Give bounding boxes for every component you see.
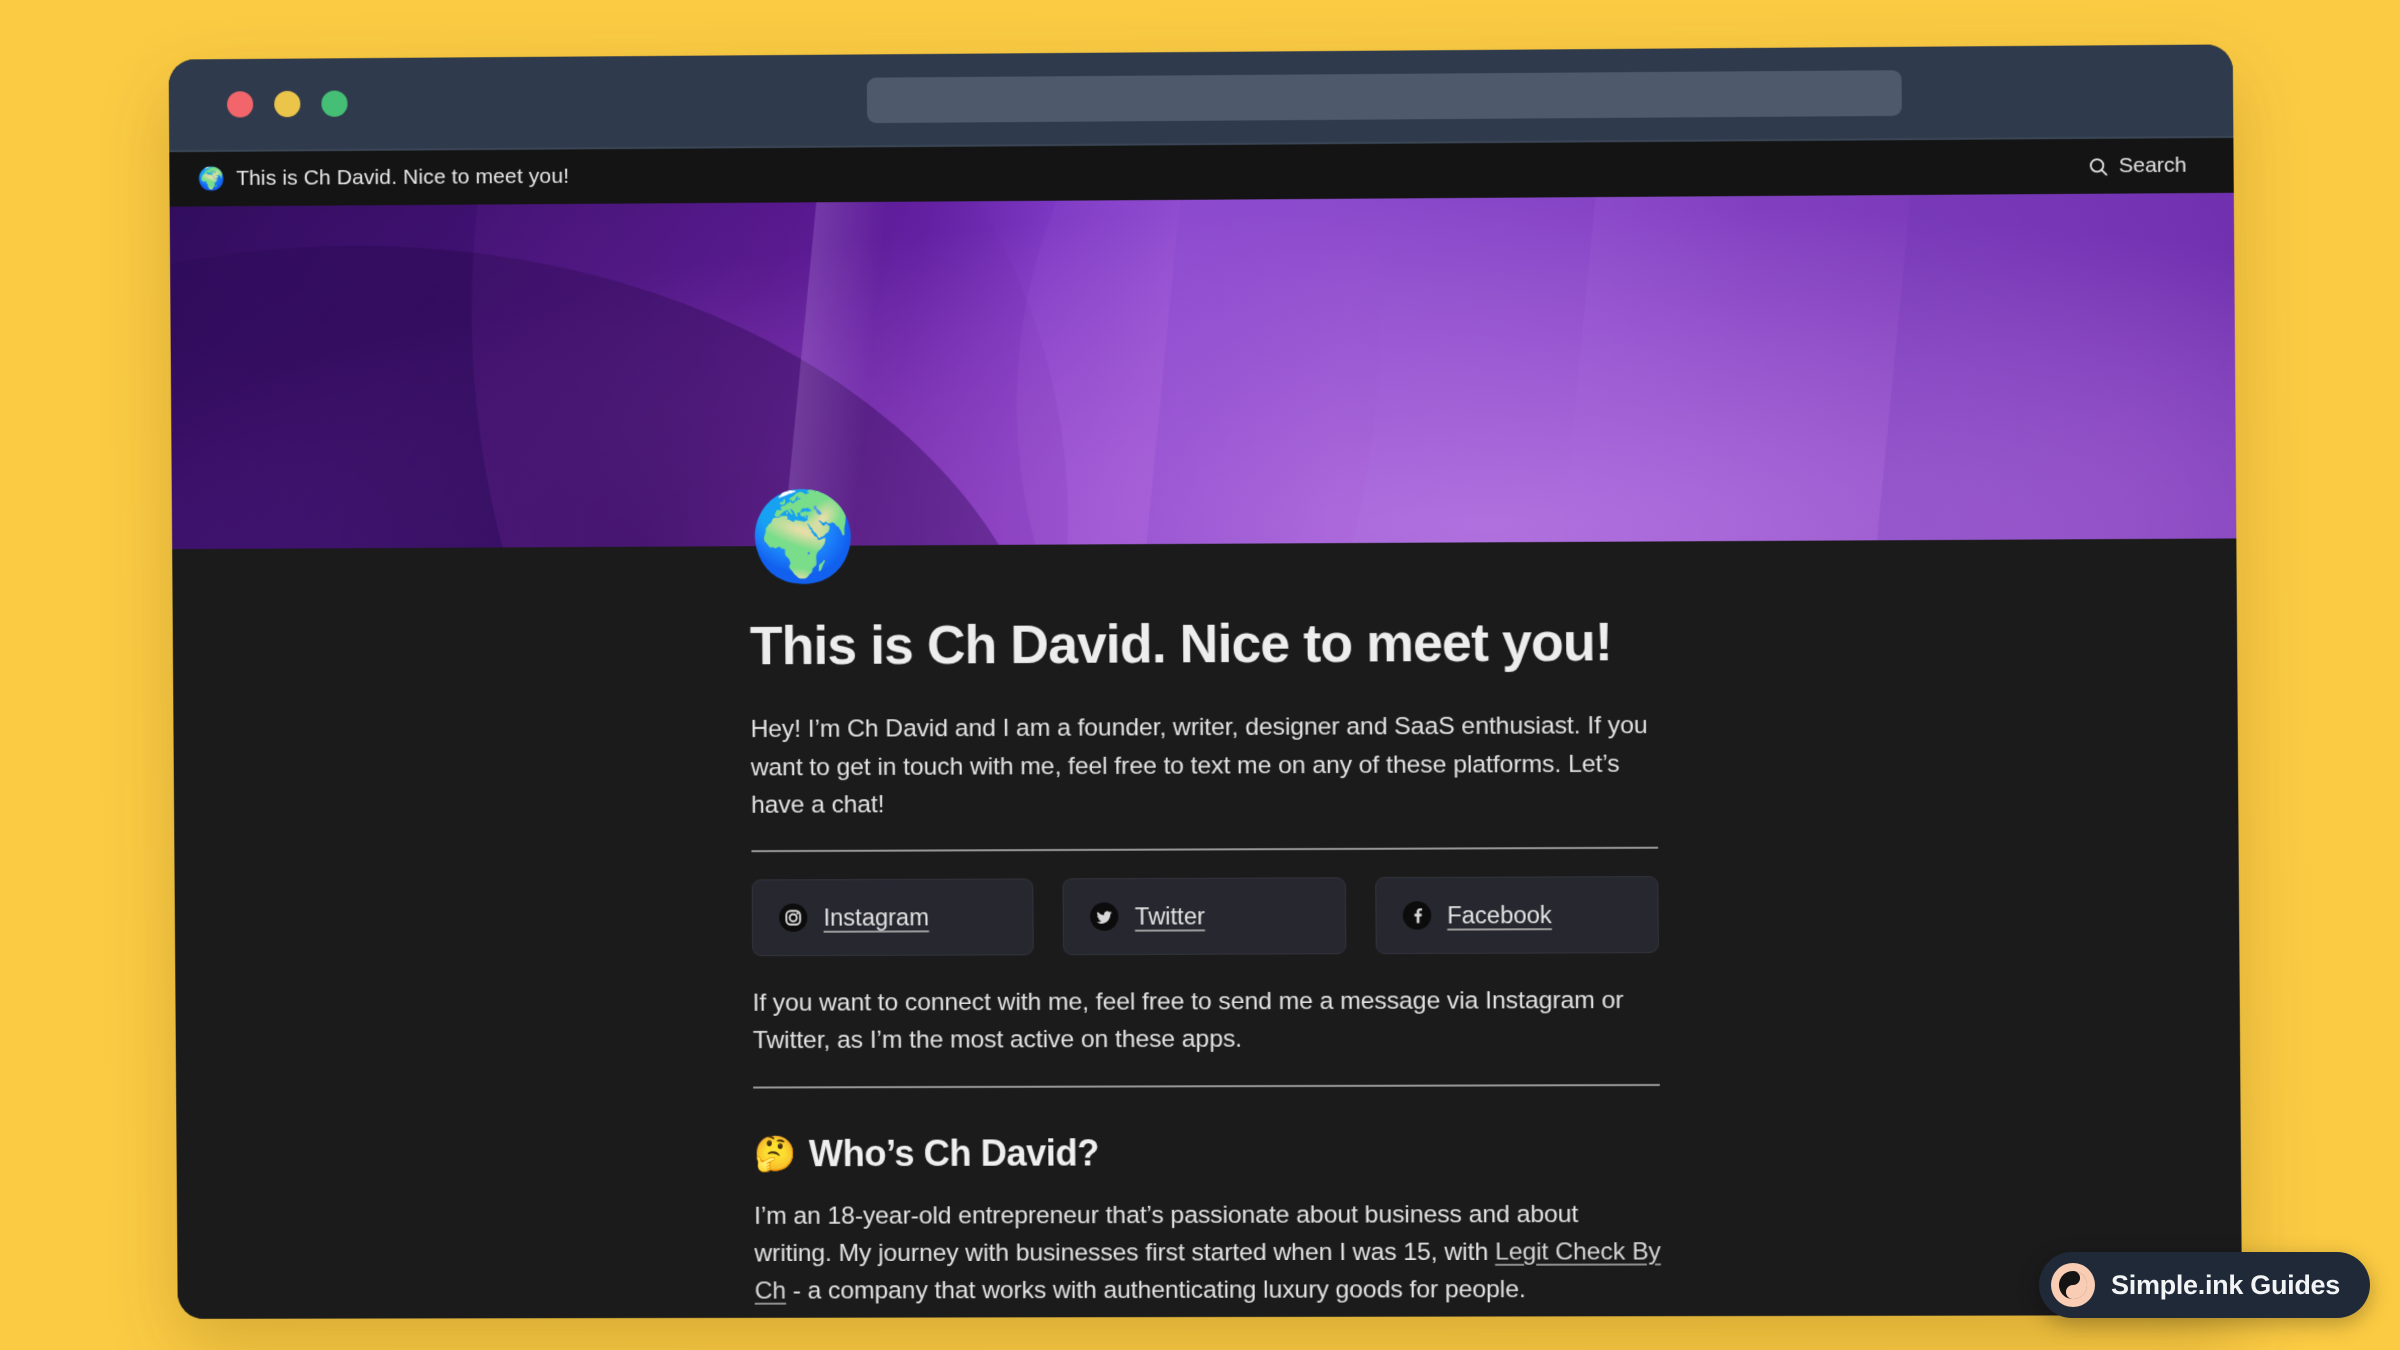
instagram-icon [779, 903, 808, 932]
social-link-instagram[interactable]: Instagram [751, 878, 1035, 957]
facebook-icon [1402, 901, 1431, 930]
about-paragraph: I’m an 18-year-old entrepreneur that’s p… [754, 1195, 1661, 1310]
social-link-label: Instagram [823, 903, 930, 931]
browser-window: 🌍 This is Ch David. Nice to meet you! Se… [168, 44, 2243, 1319]
simpleink-guides-badge[interactable]: Simple.ink Guides [2039, 1252, 2370, 1318]
social-links-row: Instagram Twitter Facebook [751, 876, 1659, 957]
search-label: Search [2118, 153, 2187, 178]
page-globe-icon[interactable]: 🌍 [749, 488, 1656, 586]
page-body: 🌍 This is Ch David. Nice to meet you! He… [172, 488, 2243, 1319]
globe-icon: 🌍 [197, 165, 226, 192]
search-icon [2088, 156, 2110, 177]
social-link-label: Facebook [1447, 901, 1552, 929]
divider-top [751, 846, 1659, 853]
social-link-twitter[interactable]: Twitter [1062, 877, 1347, 956]
yin-yang-icon [2051, 1263, 2096, 1307]
browser-title-bar [168, 44, 2234, 153]
social-link-label: Twitter [1134, 902, 1206, 930]
url-input[interactable] [866, 70, 1902, 124]
social-link-facebook[interactable]: Facebook [1374, 876, 1659, 955]
section-heading-text: Who’s Ch David? [808, 1131, 1100, 1174]
divider-bottom [753, 1083, 1660, 1089]
close-window-button[interactable] [226, 91, 254, 118]
traffic-lights [226, 90, 348, 118]
about-text-after: - a company that works with authenticati… [785, 1275, 1526, 1305]
search-button[interactable]: Search [2088, 153, 2205, 178]
twitter-icon [1090, 902, 1119, 931]
minimize-window-button[interactable] [274, 90, 301, 118]
section-heading: 🤔 Who’s Ch David? [754, 1130, 1661, 1175]
nav-page-title: This is Ch David. Nice to meet you! [235, 164, 570, 191]
page-title: This is Ch David. Nice to meet you! [749, 612, 1613, 677]
about-text-before: I’m an 18-year-old entrepreneur that’s p… [754, 1200, 1579, 1268]
thinking-face-icon: 🤔 [753, 1134, 796, 1173]
connect-paragraph: If you want to connect with me, feel fre… [752, 986, 1624, 1055]
nav-breadcrumb[interactable]: 🌍 This is Ch David. Nice to meet you! [197, 165, 569, 192]
page-content: 🌍 This is Ch David. Nice to meet you! He… [745, 488, 1661, 1310]
badge-label: Simple.ink Guides [2111, 1269, 2340, 1300]
maximize-window-button[interactable] [321, 90, 348, 117]
intro-paragraph: Hey! I’m Ch David and I am a founder, wr… [750, 712, 1648, 819]
